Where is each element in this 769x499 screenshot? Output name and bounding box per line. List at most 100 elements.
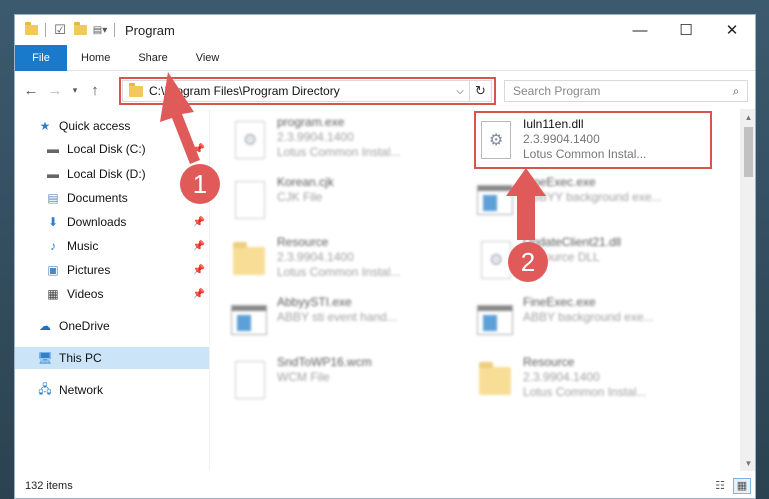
- status-bar: 132 items ☷ ▦: [15, 471, 755, 498]
- sidebar-item-local-disk-c[interactable]: ▬ Local Disk (C:) 📌: [15, 138, 209, 160]
- tab-home[interactable]: Home: [67, 45, 124, 71]
- file-name: FineExec.exe: [523, 175, 596, 189]
- main-content: ★ Quick access ▬ Local Disk (C:) 📌 ▬ Loc…: [15, 109, 755, 471]
- file-version: 2.3.9904.1400: [277, 130, 354, 144]
- sidebar-item-music[interactable]: ♪ Music 📌: [15, 235, 209, 257]
- file-description: ABBY background exe...: [523, 310, 654, 324]
- folder-icon: [229, 239, 269, 285]
- sidebar-item-label: This PC: [59, 351, 102, 365]
- film-icon: ▦: [47, 287, 59, 301]
- search-input[interactable]: [513, 84, 725, 98]
- sidebar-item-videos[interactable]: ▦ Videos 📌: [15, 283, 209, 305]
- back-arrow-icon[interactable]: ←: [19, 78, 43, 102]
- sidebar-item-label: Network: [59, 383, 104, 397]
- dll-gear-icon: [475, 239, 515, 285]
- file-explorer-window: ☑ ▤▾ Program — ☐ ✕ File Home Share View …: [14, 14, 756, 499]
- sidebar-item-label: Pictures: [67, 263, 111, 277]
- pin-icon[interactable]: 📌: [193, 217, 205, 228]
- file-icon: [229, 359, 269, 405]
- sidebar-item-label: Music: [67, 239, 99, 253]
- sidebar-item-this-pc[interactable]: 🖥 This PC: [15, 347, 209, 369]
- sidebar-item-network[interactable]: 🖧 Network: [15, 379, 209, 401]
- download-arrow-icon: ⬇: [47, 215, 59, 229]
- sidebar-item-label: Quick access: [59, 119, 131, 133]
- sidebar-item-label: Downloads: [67, 215, 127, 229]
- file-item[interactable]: Korean.cjk CJK File: [229, 175, 465, 231]
- documents-icon: ▤: [47, 191, 59, 205]
- exe-window-icon: [475, 179, 515, 225]
- maximize-button[interactable]: ☐: [663, 15, 709, 45]
- forward-arrow-icon[interactable]: →: [43, 78, 67, 102]
- sidebar-item-local-disk-d[interactable]: ▬ Local Disk (D:): [15, 163, 209, 185]
- file-name: program.exe: [277, 115, 345, 129]
- sidebar-item-quick-access[interactable]: ★ Quick access: [15, 115, 209, 137]
- properties-icon[interactable]: ☑: [50, 20, 70, 40]
- exe-window-icon: [475, 299, 515, 345]
- file-item[interactable]: FineExec.exe ABBY background exe...: [475, 295, 711, 351]
- file-highlight-box: [474, 111, 712, 169]
- file-description: Lotus Common Instal...: [277, 265, 401, 279]
- recent-locations-chevron-icon[interactable]: ▾: [67, 78, 83, 102]
- sidebar-item-onedrive[interactable]: ☁ OneDrive: [15, 315, 209, 337]
- close-button[interactable]: ✕: [709, 15, 755, 45]
- file-item[interactable]: UpdateClient21.dll Resource DLL: [475, 235, 711, 291]
- file-item[interactable]: Resource 2.3.9904.1400 Lotus Common Inst…: [475, 355, 711, 411]
- file-description: ABBYY background exe...: [523, 190, 662, 204]
- exe-window-icon: [229, 299, 269, 345]
- network-icon: 🖧: [38, 381, 52, 396]
- cloud-icon: ☁: [39, 319, 51, 333]
- minimize-button[interactable]: —: [617, 15, 663, 45]
- navigation-bar: ← → ▾ ↑ C:\Program Files\Program Directo…: [15, 71, 755, 109]
- sidebar-item-label: Documents: [67, 191, 128, 205]
- window-title: Program: [125, 22, 175, 38]
- file-description: ABBY sti event hand...: [277, 310, 397, 324]
- new-folder-icon[interactable]: [70, 20, 90, 40]
- title-bar: ☑ ▤▾ Program — ☐ ✕: [15, 15, 755, 45]
- vertical-scrollbar[interactable]: ▲ ▼: [740, 109, 755, 471]
- large-icons-view-icon[interactable]: ▦: [733, 477, 751, 494]
- scroll-up-arrow-icon[interactable]: ▲: [740, 109, 755, 125]
- pin-icon[interactable]: 📌: [193, 241, 205, 252]
- pin-icon[interactable]: 📌: [193, 289, 205, 300]
- installer-icon: [229, 119, 269, 165]
- sidebar-item-downloads[interactable]: ⬇ Downloads 📌: [15, 211, 209, 233]
- sidebar-item-documents[interactable]: ▤ Documents: [15, 187, 209, 209]
- file-item[interactable]: SndToWP16.wcm WCM File: [229, 355, 465, 411]
- search-icon[interactable]: ⌕: [725, 84, 747, 99]
- tab-view[interactable]: View: [182, 45, 234, 71]
- divider: [45, 23, 46, 37]
- file-type: CJK File: [277, 190, 323, 204]
- tab-file[interactable]: File: [15, 44, 67, 71]
- pin-icon[interactable]: 📌: [193, 144, 205, 155]
- file-item[interactable]: AbbyySTI.exe ABBY sti event hand...: [229, 295, 465, 351]
- scrollbar-thumb[interactable]: [744, 127, 753, 177]
- folder-icon: [21, 20, 41, 40]
- divider: [114, 23, 115, 37]
- file-item[interactable]: Resource 2.3.9904.1400 Lotus Common Inst…: [229, 235, 465, 291]
- computer-icon: 🖥: [37, 351, 53, 365]
- file-list: program.exe 2.3.9904.1400 Lotus Common I…: [209, 109, 755, 471]
- file-item[interactable]: FineExec.exe ABBYY background exe...: [475, 175, 711, 231]
- file-type: WCM File: [277, 370, 330, 384]
- pin-icon[interactable]: 📌: [193, 265, 205, 276]
- search-box[interactable]: ⌕: [504, 80, 748, 102]
- file-version: 2.3.9904.1400: [523, 370, 600, 384]
- file-name: AbbyySTI.exe: [277, 295, 352, 309]
- sidebar-item-label: OneDrive: [59, 319, 110, 333]
- details-view-icon[interactable]: ☷: [711, 478, 729, 494]
- picture-icon: ▣: [47, 263, 59, 277]
- drive-icon: ▬: [47, 142, 59, 156]
- tab-share[interactable]: Share: [124, 45, 181, 71]
- sidebar-item-label: Local Disk (D:): [67, 167, 146, 181]
- file-item[interactable]: program.exe 2.3.9904.1400 Lotus Common I…: [229, 115, 465, 171]
- file-name: UpdateClient21.dll: [523, 235, 622, 249]
- sidebar-item-pictures[interactable]: ▣ Pictures 📌: [15, 259, 209, 281]
- customize-toolbar-icon[interactable]: ▤▾: [90, 20, 110, 40]
- file-icon: [229, 179, 269, 225]
- folder-icon: [475, 359, 515, 405]
- up-arrow-icon[interactable]: ↑: [83, 78, 107, 102]
- navigation-pane: ★ Quick access ▬ Local Disk (C:) 📌 ▬ Loc…: [15, 109, 209, 471]
- ribbon-tabs: File Home Share View: [15, 44, 755, 71]
- music-note-icon: ♪: [50, 239, 56, 253]
- scroll-down-arrow-icon[interactable]: ▼: [740, 455, 755, 471]
